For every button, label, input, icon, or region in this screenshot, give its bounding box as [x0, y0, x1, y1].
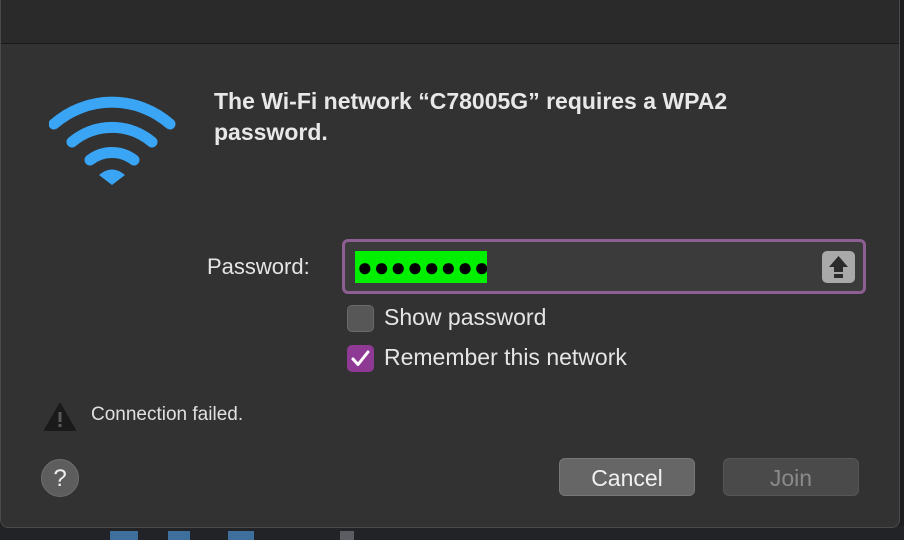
remember-network-checkbox[interactable]	[347, 345, 374, 372]
cancel-button[interactable]: Cancel	[559, 458, 695, 496]
checkmark-icon	[351, 350, 370, 366]
warning-icon	[44, 403, 76, 431]
dialog-titlebar[interactable]	[1, 0, 899, 44]
password-label: Password:	[207, 254, 310, 279]
join-button[interactable]: Join	[723, 458, 859, 496]
password-value: ●●●●●●●●	[355, 251, 487, 283]
wifi-icon	[49, 96, 176, 185]
connection-status: Connection failed.	[91, 404, 244, 425]
wifi-password-dialog: The Wi-Fi network “C78005G” requires a W…	[0, 0, 900, 528]
desktop-background	[0, 526, 904, 540]
show-password-checkbox[interactable]	[347, 305, 374, 332]
show-password-label[interactable]: Show password	[384, 304, 546, 331]
password-input[interactable]: ●●●●●●●●	[342, 239, 866, 294]
capslock-icon	[822, 251, 855, 283]
remember-network-label[interactable]: Remember this network	[384, 344, 627, 371]
help-button[interactable]: ?	[41, 459, 79, 497]
dialog-heading: The Wi-Fi network “C78005G” requires a W…	[214, 88, 728, 145]
